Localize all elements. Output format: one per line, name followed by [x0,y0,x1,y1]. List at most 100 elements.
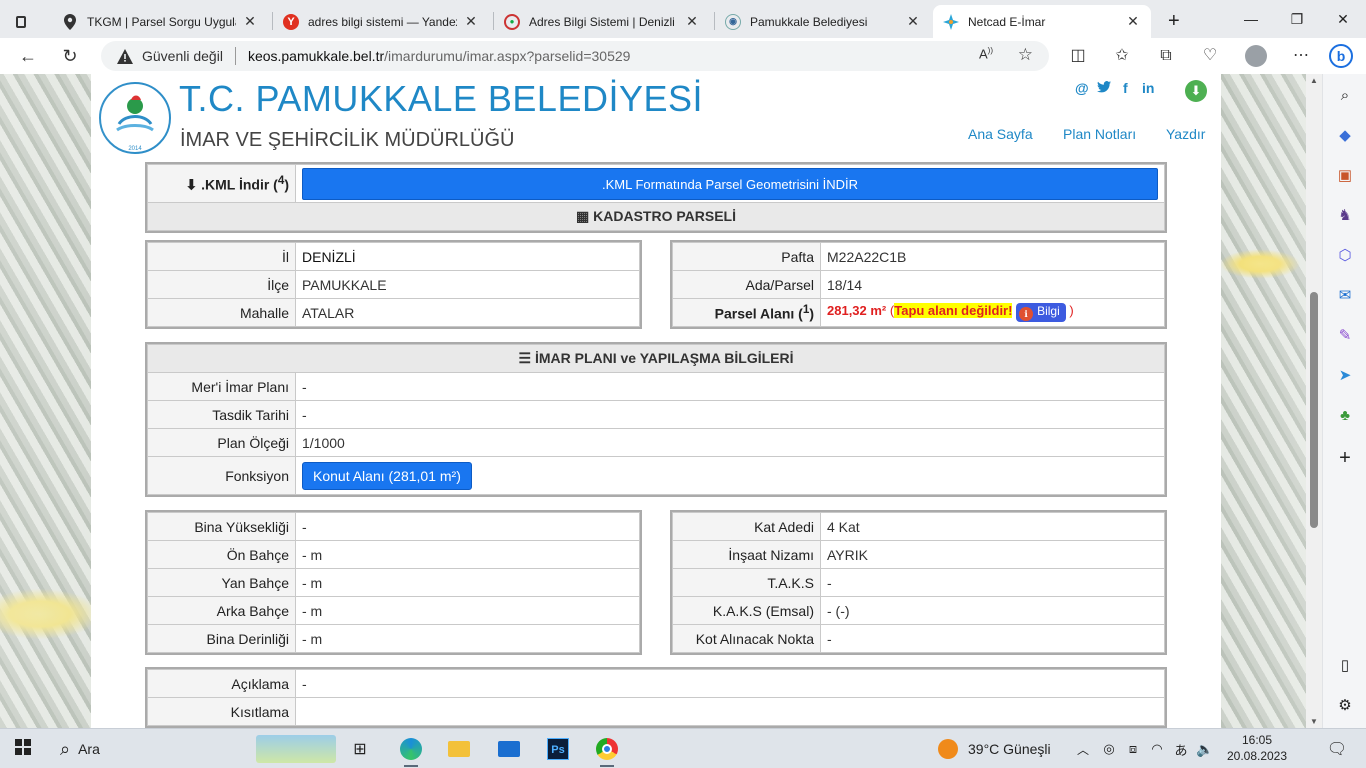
bing-copilot-icon[interactable]: b [1329,44,1353,68]
scroll-up-icon[interactable]: ▲ [1309,76,1319,85]
site-header: 2014 T.C. PAMUKKALE BELEDİYESİ İMAR VE Ş… [91,74,1221,164]
nav-home-link[interactable]: Ana Sayfa [968,126,1033,142]
notes-table: Açıklama - Kısıtlama [145,667,1167,728]
facebook-icon[interactable]: f [1123,80,1128,96]
reload-button[interactable]: ↻ [55,42,85,70]
url-field[interactable]: Güvenli değil keos.pamukkale.bel.tr/imar… [101,41,1049,71]
close-icon: ✕ [1337,11,1349,27]
volume-icon[interactable]: 🔈 [1190,735,1220,763]
row-value: - m [295,540,640,569]
task-view-icon[interactable]: ⊞ [345,735,375,763]
tab-title: Netcad E-İmar [968,14,1046,29]
profile-avatar-icon[interactable] [1244,44,1268,68]
page-scrollbar[interactable]: ▲ ▼ [1306,74,1322,728]
notification-icon[interactable]: 🗨 [1322,735,1352,763]
tab-tkgm[interactable]: TKGM | Parsel Sorgu Uygulam ✕ [52,5,268,38]
restore-button[interactable]: ❐ [1274,6,1320,32]
nav-plan-notes-link[interactable]: Plan Notları [1063,126,1136,142]
table-row: Pafta M22A22C1B [672,242,1165,271]
microsoft-365-icon[interactable]: ⬡ [1333,244,1357,268]
minimize-button[interactable]: — [1228,6,1274,32]
linkedin-icon[interactable]: in [1142,80,1154,96]
windows-taskbar: ⌕ Ara ⊞ Ps 39°C Güneşli ︿ ◎ ⧈ ◠ あ 🔈 16:0… [0,728,1366,768]
paren-close: ) [1069,303,1074,318]
tab-title: adres bilgi sistemi — Yandex [308,14,457,29]
shopping-tag-icon[interactable]: ◆ [1333,124,1357,148]
designer-icon[interactable]: ✎ [1333,324,1357,348]
table-row: Mahalle ATALAR [147,298,640,327]
tab-title: Adres Bilgi Sistemi | Denizli B [529,14,678,29]
tab-close-icon[interactable]: ✕ [242,13,258,30]
send-icon[interactable]: ➤ [1333,364,1357,388]
scroll-down-icon[interactable]: ▼ [1309,717,1319,726]
back-button[interactable]: ← [13,42,43,70]
add-sidebar-item-icon[interactable]: + [1333,446,1357,470]
clock[interactable]: 16:05 20.08.2023 [1222,732,1292,764]
row-value: 18/14 [820,270,1165,299]
weather-widget[interactable]: 39°C Güneşli [938,737,1051,761]
tab-actions-button[interactable] [6,5,36,38]
row-label: Ada/Parsel [672,270,821,299]
function-button[interactable]: Konut Alanı (281,01 m²) [302,461,472,490]
row-label: Arka Bahçe [147,596,296,625]
imar-table: ☰ İMAR PLANI ve YAPILAŞMA BİLGİLERİ Mer'… [145,342,1167,497]
photoshop-icon[interactable]: Ps [543,735,573,763]
row-value: - [820,624,1165,653]
row-value: PAMUKKALE [295,270,640,299]
tab-bar: TKGM | Parsel Sorgu Uygulam ✕ Y adres bi… [0,0,1366,38]
browser-essentials-icon[interactable]: ♡ [1198,44,1222,68]
info-button-label: Bilgi [1037,304,1060,318]
edge-taskbar-icon[interactable] [396,735,426,767]
games-icon[interactable]: ♞ [1333,204,1357,228]
download-icon[interactable]: ⬇ [1185,80,1207,102]
split-screen-icon[interactable]: ◫ [1066,44,1090,68]
not-secure-label[interactable]: Güvenli değil [142,48,223,64]
twitter-icon[interactable] [1097,80,1111,96]
more-menu-icon[interactable]: ⋯ [1289,44,1313,68]
tab-close-icon[interactable]: ✕ [463,13,479,30]
kml-note-sup: 4 [277,173,285,187]
favorites-icon[interactable]: ✩ [1110,44,1134,68]
close-window-button[interactable]: ✕ [1320,6,1366,32]
settings-gear-icon[interactable]: ⚙ [1333,694,1357,718]
tab-adres-bilgi[interactable]: ● Adres Bilgi Sistemi | Denizli B ✕ [494,5,710,38]
taskbar-search[interactable]: ⌕ Ara [50,733,340,765]
collections-icon[interactable]: ⧉ [1154,44,1178,68]
chrome-icon[interactable] [592,735,622,767]
row-label: Tasdik Tarihi [147,400,296,429]
search-icon[interactable]: ⌕ [1333,84,1357,108]
outlook-icon[interactable]: ✉ [1333,284,1357,308]
mail-icon[interactable] [494,735,524,763]
info-button[interactable]: ℹ Bilgi [1016,303,1066,322]
table-row: Tasdik Tarihi - [147,400,1165,429]
table-row: Kot Alınacak Nokta - [672,624,1165,653]
row-value: - [295,372,1165,401]
email-icon[interactable]: @ [1075,80,1089,96]
row-value: - m [295,624,640,653]
row-value: - [820,568,1165,597]
file-explorer-icon[interactable] [444,735,474,763]
scrollbar-thumb[interactable] [1310,292,1318,528]
tools-briefcase-icon[interactable]: ▣ [1333,164,1357,188]
tab-close-icon[interactable]: ✕ [905,13,921,30]
start-button[interactable] [8,735,38,763]
read-aloud-icon[interactable]: A)) [979,46,993,61]
svg-text:2014: 2014 [128,146,142,152]
tree-icon[interactable]: ♣ [1333,404,1357,428]
table-row: İlçe PAMUKKALE [147,270,640,299]
nav-print-link[interactable]: Yazdır [1166,126,1205,142]
tab-pamukkale[interactable]: ◉ Pamukkale Belediyesi ✕ [715,5,931,38]
row-label: Kısıtlama [147,697,296,726]
table-row: Kat Adedi 4 Kat [672,512,1165,541]
tab-netcad-eimar[interactable]: Netcad E-İmar ✕ [933,5,1151,38]
search-icon: ⌕ [60,738,71,759]
row-value: - m [295,596,640,625]
tab-close-icon[interactable]: ✕ [1125,13,1141,30]
new-tab-button[interactable]: + [1158,5,1188,38]
kml-download-button[interactable]: .KML Formatında Parsel Geometrisini İNDİ… [302,167,1158,200]
tab-close-icon[interactable]: ✕ [684,13,700,30]
sidebar-toggle-icon[interactable]: ▯ [1333,654,1357,678]
favorite-star-icon[interactable]: ☆ [1018,45,1033,65]
sun-icon [938,739,958,759]
tab-yandex[interactable]: Y adres bilgi sistemi — Yandex ✕ [273,5,489,38]
